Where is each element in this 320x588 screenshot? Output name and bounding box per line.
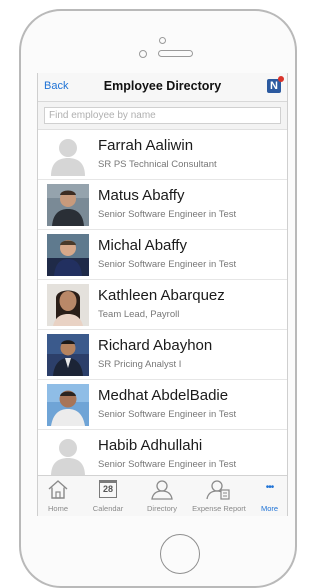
- camera-icon: [159, 37, 166, 44]
- tab-more[interactable]: ••• More: [252, 476, 287, 516]
- speaker-icon: [158, 50, 193, 57]
- search-input[interactable]: [44, 107, 281, 124]
- page-title: Employee Directory: [103, 79, 222, 93]
- app-screen: Back Employee Directory N Farrah Aaliwin…: [37, 73, 288, 516]
- employee-name: Medhat AbdelBadie: [98, 387, 229, 404]
- person-icon: [138, 478, 186, 500]
- employee-title: Team Lead, Payroll: [98, 309, 180, 320]
- employee-photo: [47, 334, 89, 376]
- employee-title: Senior Software Engineer in Test: [98, 409, 237, 420]
- tab-directory[interactable]: Directory: [138, 476, 186, 516]
- home-button[interactable]: [160, 534, 200, 574]
- expense-icon: [190, 478, 248, 500]
- employee-title: SR PS Technical Consultant: [98, 159, 217, 170]
- calendar-icon: 28: [83, 478, 133, 500]
- tab-directory-label: Directory: [146, 504, 177, 513]
- employee-row[interactable]: Habib Adhullahi Senior Software Engineer…: [38, 430, 287, 480]
- employee-row[interactable]: Richard Abayhon SR Pricing Analyst I: [38, 330, 287, 380]
- employee-photo: [47, 284, 89, 326]
- employee-photo: [47, 384, 89, 426]
- employee-photo: [47, 184, 89, 226]
- employee-name: Michal Abaffy: [98, 237, 187, 254]
- notifications-letter: N: [270, 80, 278, 92]
- tab-expense-report-label: Expense Report: [192, 504, 246, 513]
- tab-expense-report[interactable]: Expense Report: [190, 476, 248, 516]
- tab-more-label: More: [260, 504, 279, 513]
- employee-title: SR Pricing Analyst I: [98, 359, 182, 370]
- employee-photo: [47, 234, 89, 276]
- notification-dot: [278, 76, 284, 82]
- more-icon: •••: [252, 478, 287, 500]
- employee-name: Matus Abaffy: [98, 187, 185, 204]
- employee-row[interactable]: Matus Abaffy Senior Software Engineer in…: [38, 180, 287, 230]
- employee-name: Richard Abayhon: [98, 337, 213, 354]
- front-camera-icon: [139, 50, 147, 58]
- employee-name: Kathleen Abarquez: [98, 287, 225, 304]
- employee-row[interactable]: Michal Abaffy Senior Software Engineer i…: [38, 230, 287, 280]
- tab-bar: Home 28 Calendar Directory Expense Repor…: [38, 475, 287, 516]
- employee-row[interactable]: Farrah Aaliwin SR PS Technical Consultan…: [38, 130, 287, 180]
- search-bar: [38, 102, 287, 130]
- employee-row[interactable]: Medhat AbdelBadie Senior Software Engine…: [38, 380, 287, 430]
- tab-home-label: Home: [47, 504, 68, 513]
- employee-title: Senior Software Engineer in Test: [98, 209, 237, 220]
- navigation-bar: Back Employee Directory N: [38, 73, 287, 102]
- employee-title: Senior Software Engineer in Test: [98, 259, 237, 270]
- tab-calendar[interactable]: 28 Calendar: [83, 476, 133, 516]
- employee-row[interactable]: Kathleen Abarquez Team Lead, Payroll: [38, 280, 287, 330]
- employee-name: Farrah Aaliwin: [98, 137, 194, 154]
- calendar-day: 28: [102, 484, 113, 494]
- notifications-icon[interactable]: N: [267, 76, 284, 93]
- placeholder-avatar-icon: [47, 134, 89, 176]
- employee-list: Farrah Aaliwin SR PS Technical Consultan…: [38, 130, 287, 480]
- more-glyph: •••: [265, 482, 275, 493]
- tab-home[interactable]: Home: [38, 476, 78, 516]
- employee-name: Habib Adhullahi: [98, 437, 203, 454]
- tab-calendar-label: Calendar: [92, 504, 124, 513]
- placeholder-avatar-icon: [47, 434, 89, 476]
- home-icon: [38, 478, 78, 500]
- employee-title: Senior Software Engineer in Test: [98, 459, 237, 470]
